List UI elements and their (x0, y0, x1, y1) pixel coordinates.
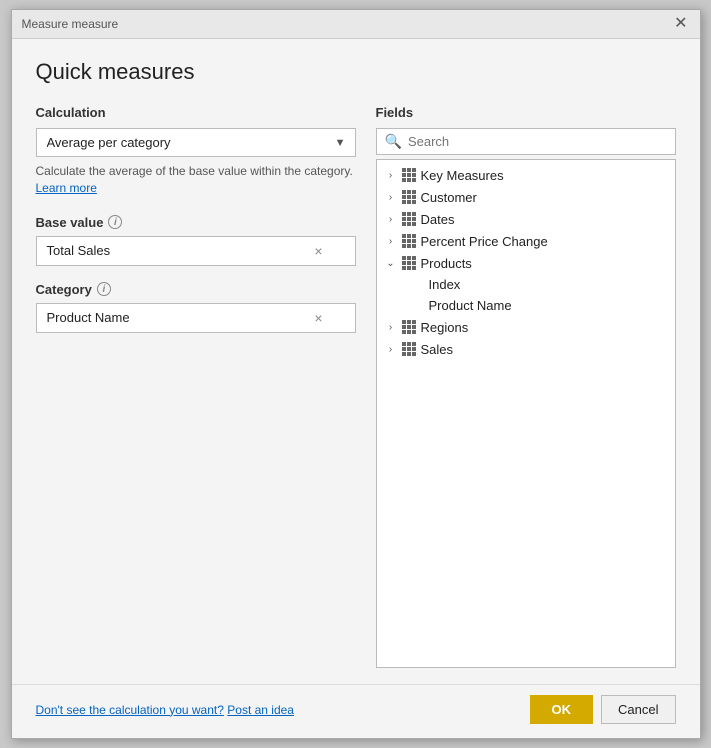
calculation-dropdown-wrapper: Average per categorySum of valuesCount o… (36, 128, 356, 157)
tree-item-regions[interactable]: › Regions (377, 316, 675, 338)
chevron-icon: › (385, 192, 397, 203)
footer-buttons: OK Cancel (530, 695, 676, 724)
title-bar: Measure measure ✕ (12, 10, 700, 39)
tree-item-percent-price-change[interactable]: › Percent Price Change (377, 230, 675, 252)
chevron-icon: › (385, 170, 397, 181)
calc-description: Calculate the average of the base value … (36, 163, 356, 197)
tree-label-key-measures: Key Measures (421, 168, 504, 183)
search-input[interactable] (408, 134, 667, 149)
calculation-label: Calculation (36, 105, 356, 120)
tree-label-percent-price-change: Percent Price Change (421, 234, 548, 249)
dialog-body: Quick measures Calculation Average per c… (12, 39, 700, 684)
search-icon: 🔍 (385, 133, 402, 150)
tree-child-index[interactable]: Index (377, 274, 675, 295)
tree-item-dates[interactable]: › Dates (377, 208, 675, 230)
chevron-icon: › (385, 236, 397, 247)
left-panel: Calculation Average per categorySum of v… (36, 105, 356, 668)
fields-label: Fields (376, 105, 676, 120)
base-value-text: Total Sales (47, 243, 311, 258)
category-clear-button[interactable]: × (310, 310, 326, 326)
table-icon (401, 255, 417, 271)
base-value-field: Total Sales × (36, 236, 356, 266)
tree-label-regions: Regions (421, 320, 469, 335)
ok-button[interactable]: OK (530, 695, 594, 724)
tree-item-customer[interactable]: › Customer (377, 186, 675, 208)
chevron-icon: › (385, 214, 397, 225)
category-field: Product Name × (36, 303, 356, 333)
quick-measures-dialog: Measure measure ✕ Quick measures Calcula… (11, 9, 701, 739)
table-icon (401, 211, 417, 227)
base-value-clear-button[interactable]: × (310, 243, 326, 259)
title-bar-text: Measure measure (22, 17, 119, 31)
base-value-label-row: Base value i (36, 215, 356, 230)
tree-item-products[interactable]: ⌄ Products (377, 252, 675, 274)
table-icon (401, 167, 417, 183)
dialog-title: Quick measures (36, 59, 676, 85)
tree-item-key-measures[interactable]: › Key Measures (377, 164, 675, 186)
tree-child-label-index: Index (429, 277, 461, 292)
chevron-icon: › (385, 322, 397, 333)
content-area: Calculation Average per categorySum of v… (36, 105, 676, 668)
chevron-down-icon: ⌄ (385, 258, 397, 269)
category-label-row: Category i (36, 282, 356, 297)
dialog-footer: Don't see the calculation you want? Post… (12, 684, 700, 738)
tree-label-dates: Dates (421, 212, 455, 227)
base-value-info-icon[interactable]: i (108, 215, 122, 229)
table-icon (401, 319, 417, 335)
base-value-label: Base value (36, 215, 104, 230)
category-text: Product Name (47, 310, 311, 325)
category-label: Category (36, 282, 92, 297)
tree-label-customer: Customer (421, 190, 477, 205)
calculation-dropdown[interactable]: Average per categorySum of valuesCount o… (36, 128, 356, 157)
post-idea-link[interactable]: Post an idea (227, 703, 294, 717)
search-box: 🔍 (376, 128, 676, 155)
tree-label-products: Products (421, 256, 472, 271)
fields-tree: › Key Measures › Customer (376, 159, 676, 668)
category-info-icon[interactable]: i (97, 282, 111, 296)
table-icon (401, 341, 417, 357)
tree-child-product-name[interactable]: Product Name (377, 295, 675, 316)
tree-label-sales: Sales (421, 342, 454, 357)
right-panel: Fields 🔍 › Key Measures (376, 105, 676, 668)
table-icon (401, 233, 417, 249)
cancel-button[interactable]: Cancel (601, 695, 675, 724)
chevron-icon: › (385, 344, 397, 355)
footer-text: Don't see the calculation you want? Post… (36, 703, 294, 717)
table-icon (401, 189, 417, 205)
close-button[interactable]: ✕ (672, 16, 689, 32)
tree-child-label-product-name: Product Name (429, 298, 512, 313)
tree-item-sales[interactable]: › Sales (377, 338, 675, 360)
learn-more-link[interactable]: Learn more (36, 181, 97, 195)
